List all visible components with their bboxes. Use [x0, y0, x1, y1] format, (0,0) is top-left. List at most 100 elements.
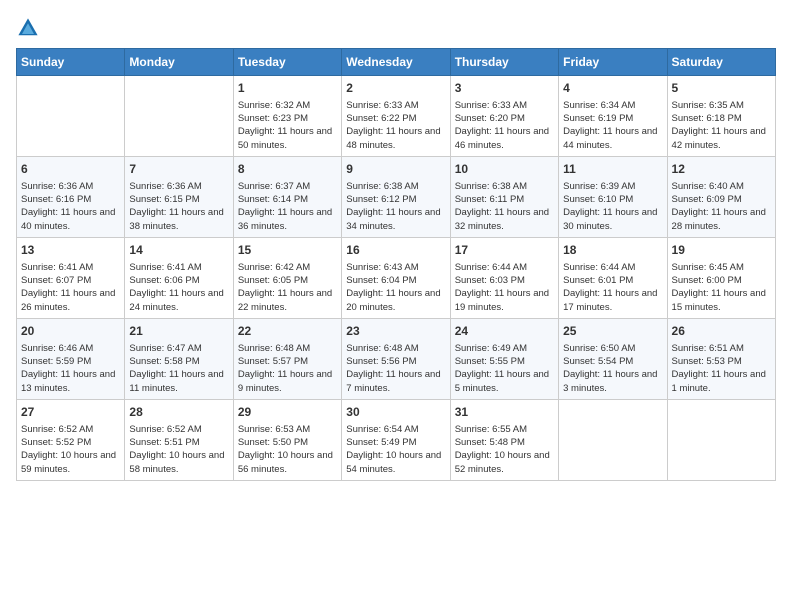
col-sunday: Sunday — [17, 49, 125, 76]
day-info: Sunrise: 6:46 AMSunset: 5:59 PMDaylight:… — [21, 342, 120, 395]
day-info: Sunrise: 6:40 AMSunset: 6:09 PMDaylight:… — [672, 180, 771, 233]
col-thursday: Thursday — [450, 49, 558, 76]
calendar-week-row: 13 Sunrise: 6:41 AMSunset: 6:07 PMDayligh… — [17, 237, 776, 318]
calendar-cell: 27 Sunrise: 6:52 AMSunset: 5:52 PMDayligh… — [17, 399, 125, 480]
day-info: Sunrise: 6:42 AMSunset: 6:05 PMDaylight:… — [238, 261, 337, 314]
day-info: Sunrise: 6:36 AMSunset: 6:16 PMDaylight:… — [21, 180, 120, 233]
day-info: Sunrise: 6:38 AMSunset: 6:11 PMDaylight:… — [455, 180, 554, 233]
calendar-cell: 22 Sunrise: 6:48 AMSunset: 5:57 PMDayligh… — [233, 318, 341, 399]
calendar-cell — [667, 399, 775, 480]
day-number: 19 — [672, 242, 771, 259]
day-number: 12 — [672, 161, 771, 178]
calendar-week-row: 27 Sunrise: 6:52 AMSunset: 5:52 PMDayligh… — [17, 399, 776, 480]
day-info: Sunrise: 6:51 AMSunset: 5:53 PMDaylight:… — [672, 342, 771, 395]
day-info: Sunrise: 6:50 AMSunset: 5:54 PMDaylight:… — [563, 342, 662, 395]
day-number: 10 — [455, 161, 554, 178]
calendar-body: 1 Sunrise: 6:32 AMSunset: 6:23 PMDaylight… — [17, 76, 776, 481]
day-number: 27 — [21, 404, 120, 421]
day-number: 30 — [346, 404, 445, 421]
day-number: 4 — [563, 80, 662, 97]
day-info: Sunrise: 6:34 AMSunset: 6:19 PMDaylight:… — [563, 99, 662, 152]
day-number: 1 — [238, 80, 337, 97]
calendar-cell: 21Sunrise: 6:47 AMSunset: 5:58 PMDayligh… — [125, 318, 233, 399]
calendar-header: Sunday Monday Tuesday Wednesday Thursday… — [17, 49, 776, 76]
calendar-cell: 12 Sunrise: 6:40 AMSunset: 6:09 PMDayligh… — [667, 156, 775, 237]
day-info: Sunrise: 6:52 AMSunset: 5:51 PMDaylight:… — [129, 423, 228, 476]
day-info: Sunrise: 6:41 AMSunset: 6:07 PMDaylight:… — [21, 261, 120, 314]
day-info: Sunrise: 6:37 AMSunset: 6:14 PMDaylight:… — [238, 180, 337, 233]
day-number: 5 — [672, 80, 771, 97]
day-info: Sunrise: 6:52 AMSunset: 5:52 PMDaylight:… — [21, 423, 120, 476]
calendar-cell: 15 Sunrise: 6:42 AMSunset: 6:05 PMDayligh… — [233, 237, 341, 318]
calendar-cell: 23 Sunrise: 6:48 AMSunset: 5:56 PMDayligh… — [342, 318, 450, 399]
day-number: 9 — [346, 161, 445, 178]
calendar-cell: 5 Sunrise: 6:35 AMSunset: 6:18 PMDaylight… — [667, 76, 775, 157]
calendar-table: Sunday Monday Tuesday Wednesday Thursday… — [16, 48, 776, 481]
day-info: Sunrise: 6:47 AMSunset: 5:58 PMDaylight:… — [129, 342, 228, 395]
day-info: Sunrise: 6:32 AMSunset: 6:23 PMDaylight:… — [238, 99, 337, 152]
calendar-week-row: 20 Sunrise: 6:46 AMSunset: 5:59 PMDayligh… — [17, 318, 776, 399]
col-tuesday: Tuesday — [233, 49, 341, 76]
calendar-cell: 17Sunrise: 6:44 AMSunset: 6:03 PMDayligh… — [450, 237, 558, 318]
day-info: Sunrise: 6:43 AMSunset: 6:04 PMDaylight:… — [346, 261, 445, 314]
calendar-cell: 9 Sunrise: 6:38 AMSunset: 6:12 PMDaylight… — [342, 156, 450, 237]
calendar-cell: 28 Sunrise: 6:52 AMSunset: 5:51 PMDayligh… — [125, 399, 233, 480]
calendar-cell: 26 Sunrise: 6:51 AMSunset: 5:53 PMDayligh… — [667, 318, 775, 399]
calendar-cell: 13 Sunrise: 6:41 AMSunset: 6:07 PMDayligh… — [17, 237, 125, 318]
calendar-cell: 30 Sunrise: 6:54 AMSunset: 5:49 PMDayligh… — [342, 399, 450, 480]
day-info: Sunrise: 6:54 AMSunset: 5:49 PMDaylight:… — [346, 423, 445, 476]
day-info: Sunrise: 6:48 AMSunset: 5:56 PMDaylight:… — [346, 342, 445, 395]
calendar-cell: 2Sunrise: 6:33 AMSunset: 6:22 PMDaylight… — [342, 76, 450, 157]
day-number: 3 — [455, 80, 554, 97]
calendar-cell: 6 Sunrise: 6:36 AMSunset: 6:16 PMDaylight… — [17, 156, 125, 237]
day-number: 2 — [346, 80, 445, 97]
calendar-cell: 19 Sunrise: 6:45 AMSunset: 6:00 PMDayligh… — [667, 237, 775, 318]
calendar-cell: 14Sunrise: 6:41 AMSunset: 6:06 PMDayligh… — [125, 237, 233, 318]
day-info: Sunrise: 6:55 AMSunset: 5:48 PMDaylight:… — [455, 423, 554, 476]
day-number: 29 — [238, 404, 337, 421]
calendar-week-row: 6 Sunrise: 6:36 AMSunset: 6:16 PMDaylight… — [17, 156, 776, 237]
day-number: 20 — [21, 323, 120, 340]
day-info: Sunrise: 6:33 AMSunset: 6:20 PMDaylight:… — [455, 99, 554, 152]
day-number: 6 — [21, 161, 120, 178]
logo-icon — [16, 16, 40, 40]
col-wednesday: Wednesday — [342, 49, 450, 76]
day-number: 22 — [238, 323, 337, 340]
day-number: 13 — [21, 242, 120, 259]
day-number: 18 — [563, 242, 662, 259]
day-info: Sunrise: 6:41 AMSunset: 6:06 PMDaylight:… — [129, 261, 228, 314]
calendar-cell: 11Sunrise: 6:39 AMSunset: 6:10 PMDayligh… — [559, 156, 667, 237]
day-number: 15 — [238, 242, 337, 259]
col-friday: Friday — [559, 49, 667, 76]
calendar-cell: 4 Sunrise: 6:34 AMSunset: 6:19 PMDaylight… — [559, 76, 667, 157]
day-number: 8 — [238, 161, 337, 178]
day-number: 23 — [346, 323, 445, 340]
day-number: 11 — [563, 161, 662, 178]
calendar-cell: 3 Sunrise: 6:33 AMSunset: 6:20 PMDaylight… — [450, 76, 558, 157]
day-info: Sunrise: 6:44 AMSunset: 6:03 PMDaylight:… — [455, 261, 554, 314]
day-number: 31 — [455, 404, 554, 421]
header-row: Sunday Monday Tuesday Wednesday Thursday… — [17, 49, 776, 76]
calendar-cell — [125, 76, 233, 157]
col-monday: Monday — [125, 49, 233, 76]
day-number: 24 — [455, 323, 554, 340]
day-info: Sunrise: 6:48 AMSunset: 5:57 PMDaylight:… — [238, 342, 337, 395]
calendar-cell: 31 Sunrise: 6:55 AMSunset: 5:48 PMDayligh… — [450, 399, 558, 480]
day-info: Sunrise: 6:35 AMSunset: 6:18 PMDaylight:… — [672, 99, 771, 152]
calendar-cell: 25Sunrise: 6:50 AMSunset: 5:54 PMDayligh… — [559, 318, 667, 399]
day-number: 7 — [129, 161, 228, 178]
day-info: Sunrise: 6:53 AMSunset: 5:50 PMDaylight:… — [238, 423, 337, 476]
calendar-week-row: 1 Sunrise: 6:32 AMSunset: 6:23 PMDaylight… — [17, 76, 776, 157]
logo — [16, 16, 44, 40]
calendar-cell — [17, 76, 125, 157]
day-info: Sunrise: 6:45 AMSunset: 6:00 PMDaylight:… — [672, 261, 771, 314]
day-info: Sunrise: 6:49 AMSunset: 5:55 PMDaylight:… — [455, 342, 554, 395]
day-info: Sunrise: 6:38 AMSunset: 6:12 PMDaylight:… — [346, 180, 445, 233]
col-saturday: Saturday — [667, 49, 775, 76]
calendar-cell — [559, 399, 667, 480]
calendar-cell: 10 Sunrise: 6:38 AMSunset: 6:11 PMDayligh… — [450, 156, 558, 237]
calendar-cell: 7Sunrise: 6:36 AMSunset: 6:15 PMDaylight… — [125, 156, 233, 237]
day-info: Sunrise: 6:44 AMSunset: 6:01 PMDaylight:… — [563, 261, 662, 314]
day-number: 28 — [129, 404, 228, 421]
day-number: 26 — [672, 323, 771, 340]
